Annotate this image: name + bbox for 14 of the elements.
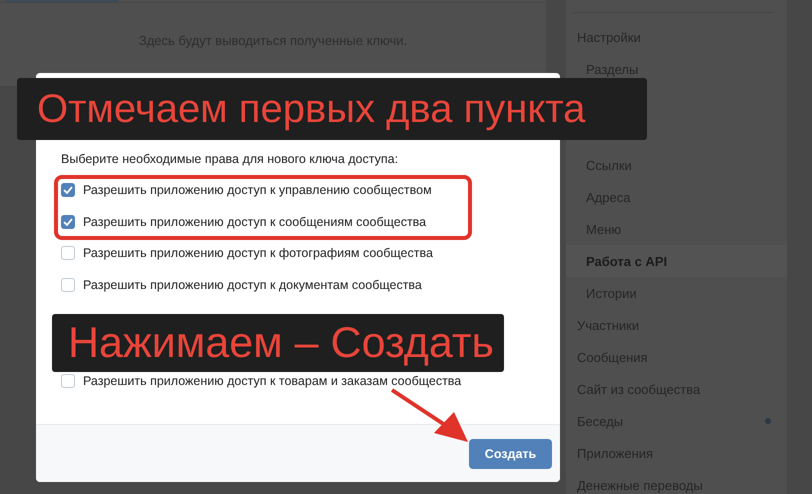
annotation-banner: Нажимаем – Создать: [52, 314, 504, 372]
permission-label: Разрешить приложению доступ к сообщениям сообщества: [83, 214, 426, 229]
permission-label: Разрешить приложению доступ к товарам и заказам сообщества: [83, 374, 462, 388]
checkbox[interactable]: [61, 278, 75, 292]
checkbox[interactable]: [61, 182, 75, 197]
permission-label: Разрешить приложению доступ к документам сообщества: [83, 278, 422, 292]
annotation-banner: Отмечаем первых два пункта: [17, 78, 647, 140]
permission-label: Разрешить приложению доступ к фотографиям сообщества: [83, 246, 433, 260]
checkbox[interactable]: [61, 246, 75, 260]
create-button[interactable]: Создать: [469, 438, 552, 468]
permission-label: Разрешить приложению доступ к управлению сообществом: [83, 182, 432, 197]
checkbox[interactable]: [61, 374, 75, 388]
checkbox[interactable]: [61, 214, 75, 229]
dialog-intro: Выберите необходимые права для нового ключа доступа:: [61, 152, 400, 166]
